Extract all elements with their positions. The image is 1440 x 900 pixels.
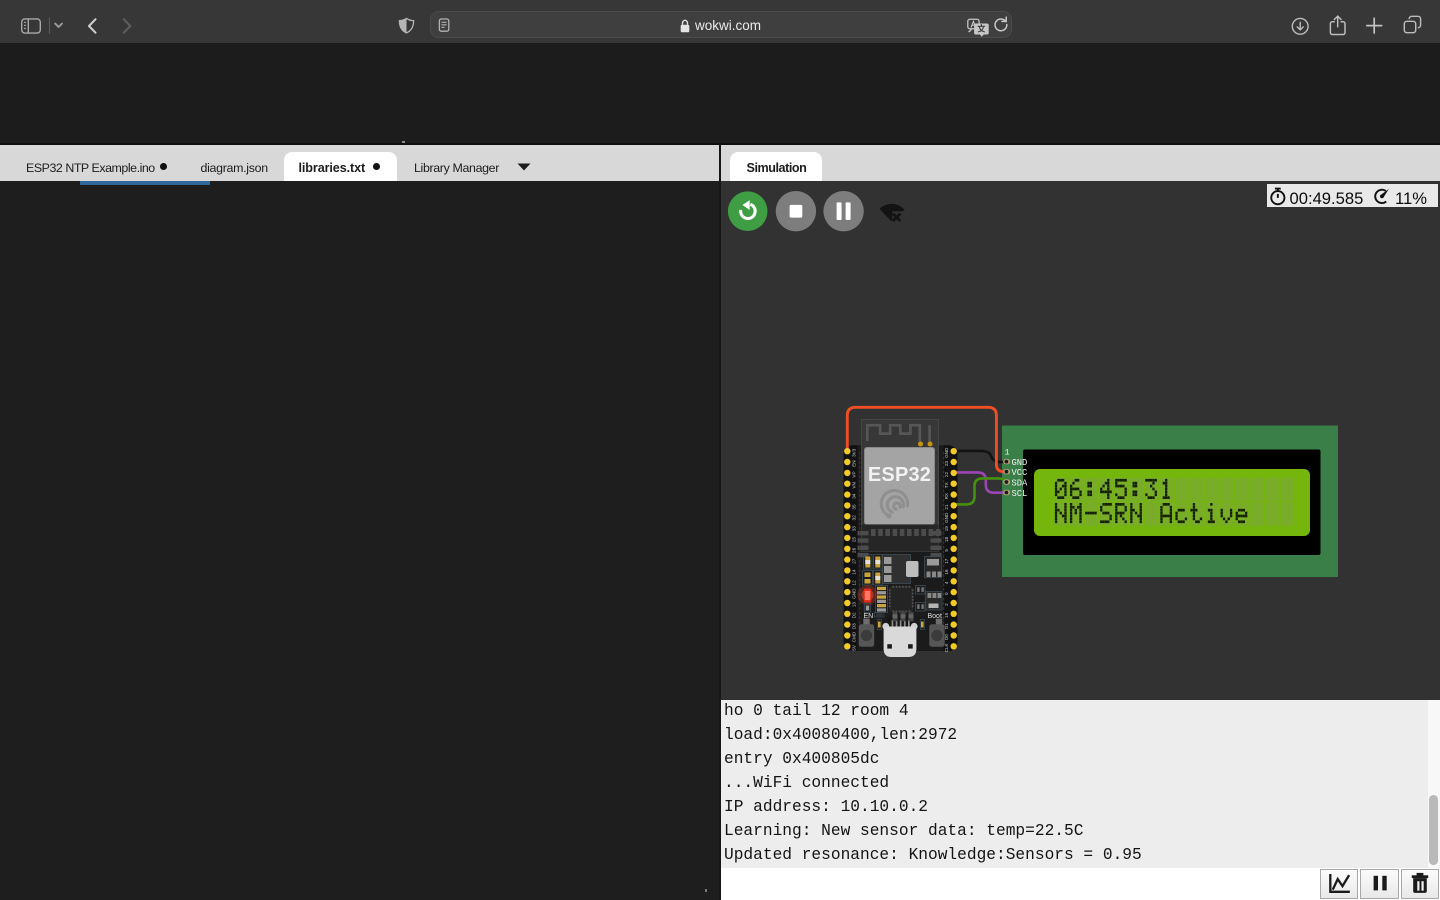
svg-text:VCC: VCC [1012,468,1028,478]
svg-text:5V: 5V [852,644,857,651]
svg-text:27: 27 [852,558,857,564]
svg-text:12: 12 [852,580,857,586]
svg-text:23: 23 [944,461,949,467]
svg-text:D0: D0 [944,634,949,640]
svg-text:18: 18 [944,537,949,543]
svg-text:GND: GND [1012,458,1028,468]
svg-text:21: 21 [944,504,949,510]
svg-text:17: 17 [944,558,949,564]
svg-text:0: 0 [944,592,949,595]
svg-text:3V3: 3V3 [852,448,857,457]
svg-text:CLK: CLK [944,642,949,652]
svg-text:D3: D3 [852,623,857,629]
svg-text:CMD: CMD [852,631,857,642]
svg-text:35: 35 [852,504,857,510]
svg-text:13: 13 [852,602,857,608]
svg-text:D2: D2 [852,612,857,618]
svg-text:33: 33 [852,526,857,532]
svg-text:ESP32: ESP32 [868,464,931,486]
svg-text:VN: VN [852,482,857,488]
svg-text:EN: EN [852,460,857,466]
svg-text:VP: VP [852,471,857,477]
svg-text:SDA: SDA [1012,479,1029,489]
svg-text:25: 25 [852,537,857,543]
svg-text:GND: GND [944,512,949,523]
svg-text:4: 4 [944,581,949,584]
svg-text:16: 16 [944,569,949,575]
svg-text:15: 15 [944,612,949,618]
svg-text:SCL: SCL [1012,489,1028,499]
svg-text:34: 34 [852,493,857,499]
svg-text:D1: D1 [944,623,949,629]
svg-text:5: 5 [944,549,949,552]
svg-text:GND: GND [944,447,949,458]
svg-text:TX: TX [944,482,949,488]
svg-text:32: 32 [852,515,857,521]
svg-text:22: 22 [944,472,949,478]
svg-text:RX: RX [944,493,949,499]
svg-text:26: 26 [852,547,857,553]
svg-text:2: 2 [944,603,949,606]
svg-text:14: 14 [852,569,857,575]
svg-text:1: 1 [1005,448,1010,458]
svg-text:GND: GND [852,588,857,599]
svg-text:19: 19 [944,526,949,532]
